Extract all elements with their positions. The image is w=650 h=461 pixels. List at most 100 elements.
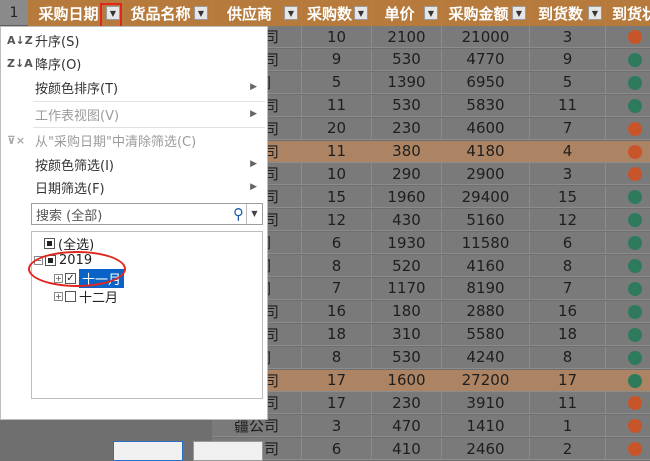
table-cell[interactable]: 8 bbox=[302, 255, 372, 277]
filter-dropdown-icon[interactable]: ▼ bbox=[194, 6, 208, 20]
table-cell[interactable]: 9 bbox=[302, 48, 372, 71]
table-cell[interactable]: 470 bbox=[372, 415, 442, 438]
table-cell[interactable]: 4160 bbox=[442, 255, 530, 277]
table-cell[interactable]: 5 bbox=[530, 71, 606, 94]
table-cell[interactable]: 6 bbox=[302, 438, 372, 461]
select-all-checkbox[interactable] bbox=[44, 237, 55, 249]
ok-button[interactable] bbox=[113, 441, 183, 461]
tree-select-all[interactable]: (全选) bbox=[44, 234, 94, 253]
table-cell[interactable]: 17 bbox=[530, 369, 606, 392]
table-cell[interactable]: 530 bbox=[372, 48, 442, 71]
status-cell[interactable] bbox=[606, 323, 650, 346]
table-cell[interactable]: 4600 bbox=[442, 117, 530, 140]
table-cell[interactable]: 530 bbox=[372, 346, 442, 369]
status-cell[interactable] bbox=[606, 392, 650, 415]
menu-sort-descending[interactable]: Z↓A 降序(O) bbox=[1, 52, 269, 74]
table-cell[interactable]: 2880 bbox=[442, 300, 530, 323]
table-cell[interactable]: 6 bbox=[530, 232, 606, 255]
status-cell[interactable] bbox=[606, 140, 650, 163]
menu-sort-by-color[interactable]: 按颜色排序(T) ▶ bbox=[1, 76, 269, 98]
table-cell[interactable]: 8190 bbox=[442, 277, 530, 300]
status-cell[interactable] bbox=[606, 26, 650, 48]
column-header-3[interactable]: 采购数 ▼ bbox=[302, 0, 372, 26]
cancel-button[interactable] bbox=[193, 441, 263, 461]
status-cell[interactable] bbox=[606, 438, 650, 461]
table-cell[interactable]: 29400 bbox=[442, 186, 530, 209]
filter-dropdown-icon[interactable]: ▼ bbox=[354, 6, 368, 20]
table-cell[interactable]: 17 bbox=[302, 369, 372, 392]
table-cell[interactable]: 16 bbox=[302, 300, 372, 323]
december-checkbox[interactable] bbox=[65, 290, 76, 302]
status-cell[interactable] bbox=[606, 117, 650, 140]
table-cell[interactable]: 1410 bbox=[442, 415, 530, 438]
menu-date-filter[interactable]: 日期筛选(F) ▶ bbox=[1, 176, 269, 198]
table-cell[interactable]: 10 bbox=[302, 163, 372, 186]
table-cell[interactable]: 8 bbox=[530, 346, 606, 369]
menu-filter-by-color[interactable]: 按颜色筛选(I) ▶ bbox=[1, 153, 269, 175]
table-cell[interactable]: 5580 bbox=[442, 323, 530, 346]
status-cell[interactable] bbox=[606, 346, 650, 369]
table-cell[interactable]: 4180 bbox=[442, 140, 530, 163]
table-cell[interactable]: 3 bbox=[530, 163, 606, 186]
table-cell[interactable]: 5830 bbox=[442, 94, 530, 117]
status-cell[interactable] bbox=[606, 209, 650, 232]
table-cell[interactable]: 15 bbox=[302, 186, 372, 209]
table-cell[interactable]: 15 bbox=[530, 186, 606, 209]
tree-month-december[interactable]: + 十二月 bbox=[54, 287, 118, 306]
table-cell[interactable]: 1930 bbox=[372, 232, 442, 255]
column-header-7[interactable]: 到货状▼ bbox=[606, 0, 650, 26]
filter-dropdown-icon[interactable]: ▼ bbox=[588, 6, 602, 20]
table-cell[interactable]: 20 bbox=[302, 117, 372, 140]
table-cell[interactable]: 6 bbox=[302, 232, 372, 255]
table-cell[interactable]: 6950 bbox=[442, 71, 530, 94]
status-cell[interactable] bbox=[606, 94, 650, 117]
table-cell[interactable]: 10 bbox=[302, 26, 372, 48]
table-cell[interactable]: 17 bbox=[302, 392, 372, 415]
table-cell[interactable]: 4 bbox=[530, 140, 606, 163]
table-cell[interactable]: 3 bbox=[530, 26, 606, 48]
filter-dropdown-icon[interactable]: ▼ bbox=[512, 6, 526, 20]
table-cell[interactable]: 4770 bbox=[442, 48, 530, 71]
table-cell[interactable]: 3 bbox=[302, 415, 372, 438]
column-header-2[interactable]: 供应商 ▼ bbox=[212, 0, 302, 26]
table-cell[interactable]: 290 bbox=[372, 163, 442, 186]
table-cell[interactable]: 12 bbox=[302, 209, 372, 232]
chevron-down-icon[interactable]: ▼ bbox=[246, 204, 262, 224]
status-cell[interactable] bbox=[606, 186, 650, 209]
row-header-1[interactable]: 1 bbox=[0, 0, 28, 26]
table-cell[interactable]: 21000 bbox=[442, 26, 530, 48]
table-cell[interactable]: 230 bbox=[372, 392, 442, 415]
filter-dropdown-icon[interactable]: ▼ bbox=[284, 6, 298, 20]
table-cell[interactable]: 11 bbox=[302, 94, 372, 117]
table-cell[interactable]: 2460 bbox=[442, 438, 530, 461]
table-cell[interactable]: 9 bbox=[530, 48, 606, 71]
column-header-5[interactable]: 采购金额 ▼ bbox=[442, 0, 530, 26]
status-cell[interactable] bbox=[606, 369, 650, 392]
table-cell[interactable]: 8 bbox=[530, 255, 606, 277]
table-cell[interactable]: 5160 bbox=[442, 209, 530, 232]
table-cell[interactable]: 11580 bbox=[442, 232, 530, 255]
expand-icon[interactable]: + bbox=[54, 291, 63, 301]
table-cell[interactable]: 1390 bbox=[372, 71, 442, 94]
table-cell[interactable]: 2100 bbox=[372, 26, 442, 48]
table-cell[interactable]: 430 bbox=[372, 209, 442, 232]
status-cell[interactable] bbox=[606, 277, 650, 300]
table-cell[interactable]: 11 bbox=[302, 140, 372, 163]
menu-sort-ascending[interactable]: A↓Z 升序(S) bbox=[1, 29, 269, 51]
table-cell[interactable]: 12 bbox=[530, 209, 606, 232]
table-cell[interactable]: 7 bbox=[302, 277, 372, 300]
table-cell[interactable]: 3910 bbox=[442, 392, 530, 415]
status-cell[interactable] bbox=[606, 163, 650, 186]
table-cell[interactable]: 27200 bbox=[442, 369, 530, 392]
table-cell[interactable]: 520 bbox=[372, 255, 442, 277]
table-cell[interactable]: 1600 bbox=[372, 369, 442, 392]
table-cell[interactable]: 1 bbox=[530, 415, 606, 438]
search-icon[interactable]: ⚲ bbox=[233, 205, 244, 223]
table-cell[interactable]: 230 bbox=[372, 117, 442, 140]
table-cell[interactable]: 310 bbox=[372, 323, 442, 346]
table-cell[interactable]: 1170 bbox=[372, 277, 442, 300]
table-cell[interactable]: 4240 bbox=[442, 346, 530, 369]
table-cell[interactable]: 2900 bbox=[442, 163, 530, 186]
column-header-1[interactable]: 货品名称 ▼ bbox=[124, 0, 212, 26]
status-cell[interactable] bbox=[606, 415, 650, 438]
